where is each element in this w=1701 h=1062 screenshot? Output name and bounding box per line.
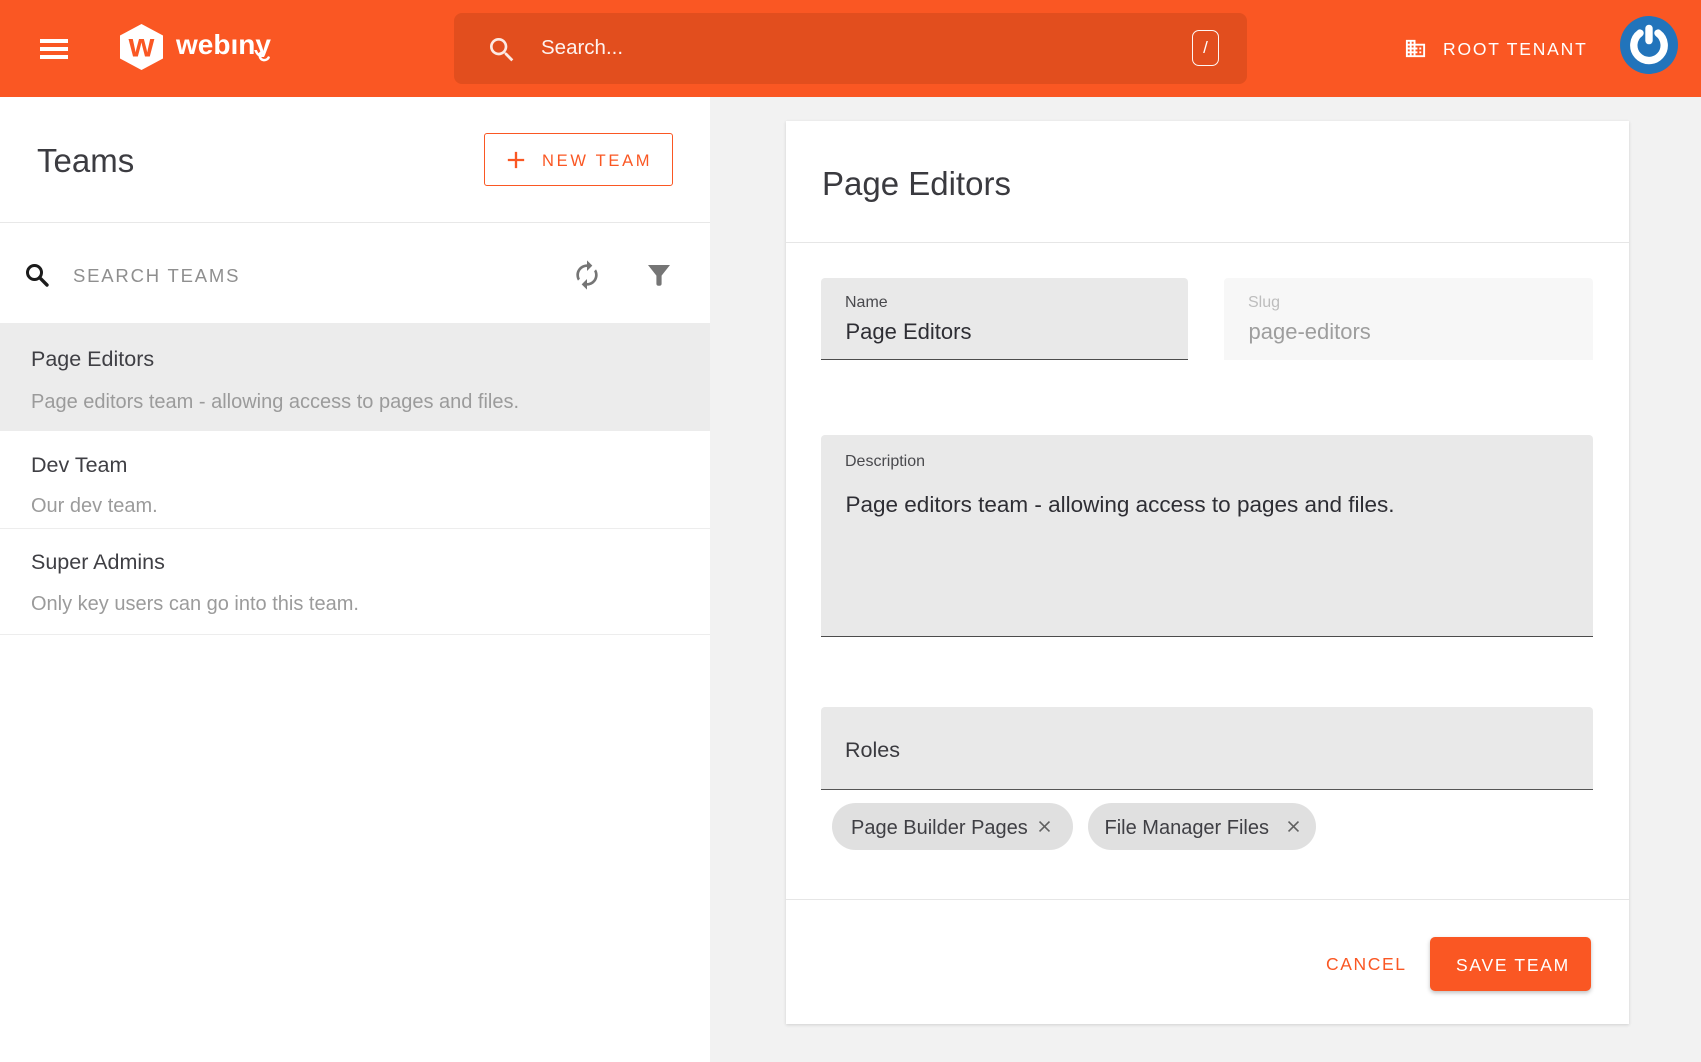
svg-text:w: w: [128, 27, 155, 64]
